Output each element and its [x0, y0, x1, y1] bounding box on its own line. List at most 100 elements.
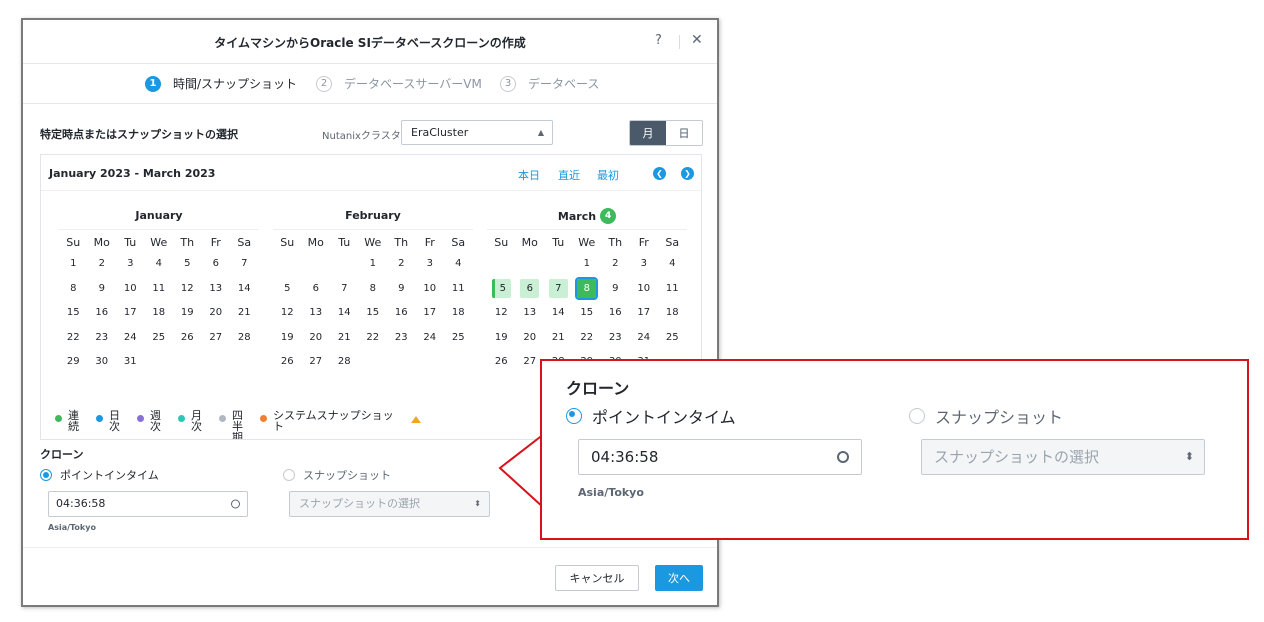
calendar-day[interactable]: 18: [444, 301, 473, 326]
calendar-day[interactable]: 8: [59, 277, 88, 302]
snapshot-select[interactable]: スナップショットの選択 ⬍: [289, 491, 490, 517]
callout-pit-radio[interactable]: ポイントインタイム: [566, 404, 736, 428]
calendar-day[interactable]: 3: [116, 252, 145, 277]
calendar-day[interactable]: 28: [330, 350, 359, 375]
calendar-day[interactable]: 21: [544, 326, 573, 351]
calendar-day[interactable]: 17: [116, 301, 145, 326]
calendar-day[interactable]: 15: [59, 301, 88, 326]
calendar-day[interactable]: 27: [302, 350, 331, 375]
calendar-day[interactable]: 9: [88, 277, 117, 302]
calendar-day[interactable]: 19: [273, 326, 302, 351]
calendar-day[interactable]: 14: [230, 277, 259, 302]
calendar-day[interactable]: 24: [116, 326, 145, 351]
calendar-day[interactable]: 7: [544, 277, 573, 302]
calendar-day[interactable]: 6: [202, 252, 231, 277]
calendar-day[interactable]: 10: [630, 277, 659, 302]
calendar-day[interactable]: 13: [202, 277, 231, 302]
calendar-day[interactable]: 3: [416, 252, 445, 277]
calendar-day[interactable]: 3: [630, 252, 659, 277]
callout-snapshot-select[interactable]: スナップショットの選択 ⬍: [921, 439, 1205, 475]
calendar-day[interactable]: 10: [416, 277, 445, 302]
today-link[interactable]: 本日: [518, 167, 540, 183]
calendar-day[interactable]: 21: [230, 301, 259, 326]
calendar-day[interactable]: 31: [116, 350, 145, 375]
step-db-server-vm[interactable]: 2 データベースサーバーVM: [316, 75, 482, 92]
calendar-day[interactable]: 24: [416, 326, 445, 351]
calendar-day[interactable]: 18: [145, 301, 174, 326]
calendar-day[interactable]: 4: [145, 252, 174, 277]
calendar-day[interactable]: 22: [59, 326, 88, 351]
calendar-day[interactable]: 16: [88, 301, 117, 326]
calendar-day[interactable]: 26: [173, 326, 202, 351]
calendar-day[interactable]: 5: [273, 277, 302, 302]
calendar-day[interactable]: 15: [573, 301, 602, 326]
calendar-day[interactable]: 11: [658, 277, 687, 302]
calendar-day[interactable]: 22: [573, 326, 602, 351]
pit-radio[interactable]: ポイントインタイム: [40, 467, 159, 483]
first-link[interactable]: 最初: [597, 167, 619, 183]
callout-time-input[interactable]: 04:36:58: [578, 439, 862, 475]
next-icon[interactable]: ❯: [681, 167, 694, 180]
calendar-day[interactable]: 11: [145, 277, 174, 302]
calendar-day[interactable]: 23: [88, 326, 117, 351]
calendar-day[interactable]: 30: [88, 350, 117, 375]
calendar-day[interactable]: 26: [273, 350, 302, 375]
next-button[interactable]: 次へ: [655, 565, 703, 591]
calendar-day[interactable]: 17: [630, 301, 659, 326]
calendar-day[interactable]: 16: [601, 301, 630, 326]
calendar-day[interactable]: 8: [573, 276, 602, 302]
step-database[interactable]: 3 データベース: [500, 75, 599, 92]
calendar-day[interactable]: 6: [302, 277, 331, 302]
calendar-day[interactable]: 9: [601, 277, 630, 302]
calendar-day[interactable]: 20: [516, 326, 545, 351]
calendar-day[interactable]: 25: [145, 326, 174, 351]
step-time-snapshot[interactable]: 1 時間/スナップショット: [145, 75, 297, 92]
calendar-day[interactable]: 2: [387, 252, 416, 277]
snapshot-radio[interactable]: スナップショット: [283, 467, 391, 483]
calendar-day[interactable]: 19: [487, 326, 516, 351]
calendar-day[interactable]: 13: [302, 301, 331, 326]
calendar-day[interactable]: 27: [202, 326, 231, 351]
cluster-select[interactable]: EraCluster ▲: [401, 120, 553, 145]
calendar-day[interactable]: 8: [359, 277, 388, 302]
calendar-day[interactable]: 25: [444, 326, 473, 351]
day-view-button[interactable]: 日: [666, 121, 702, 145]
calendar-day[interactable]: 7: [230, 252, 259, 277]
calendar-day[interactable]: 19: [173, 301, 202, 326]
time-input[interactable]: 04:36:58: [48, 491, 248, 517]
calendar-day[interactable]: 15: [359, 301, 388, 326]
calendar-day[interactable]: 18: [658, 301, 687, 326]
calendar-day[interactable]: 20: [202, 301, 231, 326]
calendar-day[interactable]: 1: [573, 252, 602, 277]
calendar-day[interactable]: 23: [601, 326, 630, 351]
calendar-day[interactable]: 14: [330, 301, 359, 326]
calendar-day[interactable]: 11: [444, 277, 473, 302]
calendar-day[interactable]: 9: [387, 277, 416, 302]
calendar-day[interactable]: 17: [416, 301, 445, 326]
callout-snapshot-radio[interactable]: スナップショット: [909, 404, 1063, 428]
calendar-day[interactable]: 12: [173, 277, 202, 302]
calendar-day[interactable]: 26: [487, 350, 516, 375]
calendar-day[interactable]: 2: [88, 252, 117, 277]
calendar-day[interactable]: 4: [444, 252, 473, 277]
month-view-button[interactable]: 月: [630, 121, 666, 145]
calendar-day[interactable]: 4: [658, 252, 687, 277]
calendar-day[interactable]: 1: [359, 252, 388, 277]
calendar-day[interactable]: 20: [302, 326, 331, 351]
calendar-day[interactable]: 1: [59, 252, 88, 277]
calendar-day[interactable]: 5: [173, 252, 202, 277]
calendar-day[interactable]: 12: [273, 301, 302, 326]
calendar-day[interactable]: 7: [330, 277, 359, 302]
calendar-day[interactable]: 6: [516, 277, 545, 302]
recent-link[interactable]: 直近: [558, 167, 580, 183]
calendar-day[interactable]: 22: [359, 326, 388, 351]
calendar-day[interactable]: 16: [387, 301, 416, 326]
close-icon[interactable]: ✕: [691, 32, 703, 48]
calendar-day[interactable]: 2: [601, 252, 630, 277]
calendar-day[interactable]: 25: [658, 326, 687, 351]
calendar-day[interactable]: 21: [330, 326, 359, 351]
calendar-day[interactable]: 28: [230, 326, 259, 351]
calendar-day[interactable]: 10: [116, 277, 145, 302]
calendar-day[interactable]: 23: [387, 326, 416, 351]
calendar-day[interactable]: 12: [487, 301, 516, 326]
